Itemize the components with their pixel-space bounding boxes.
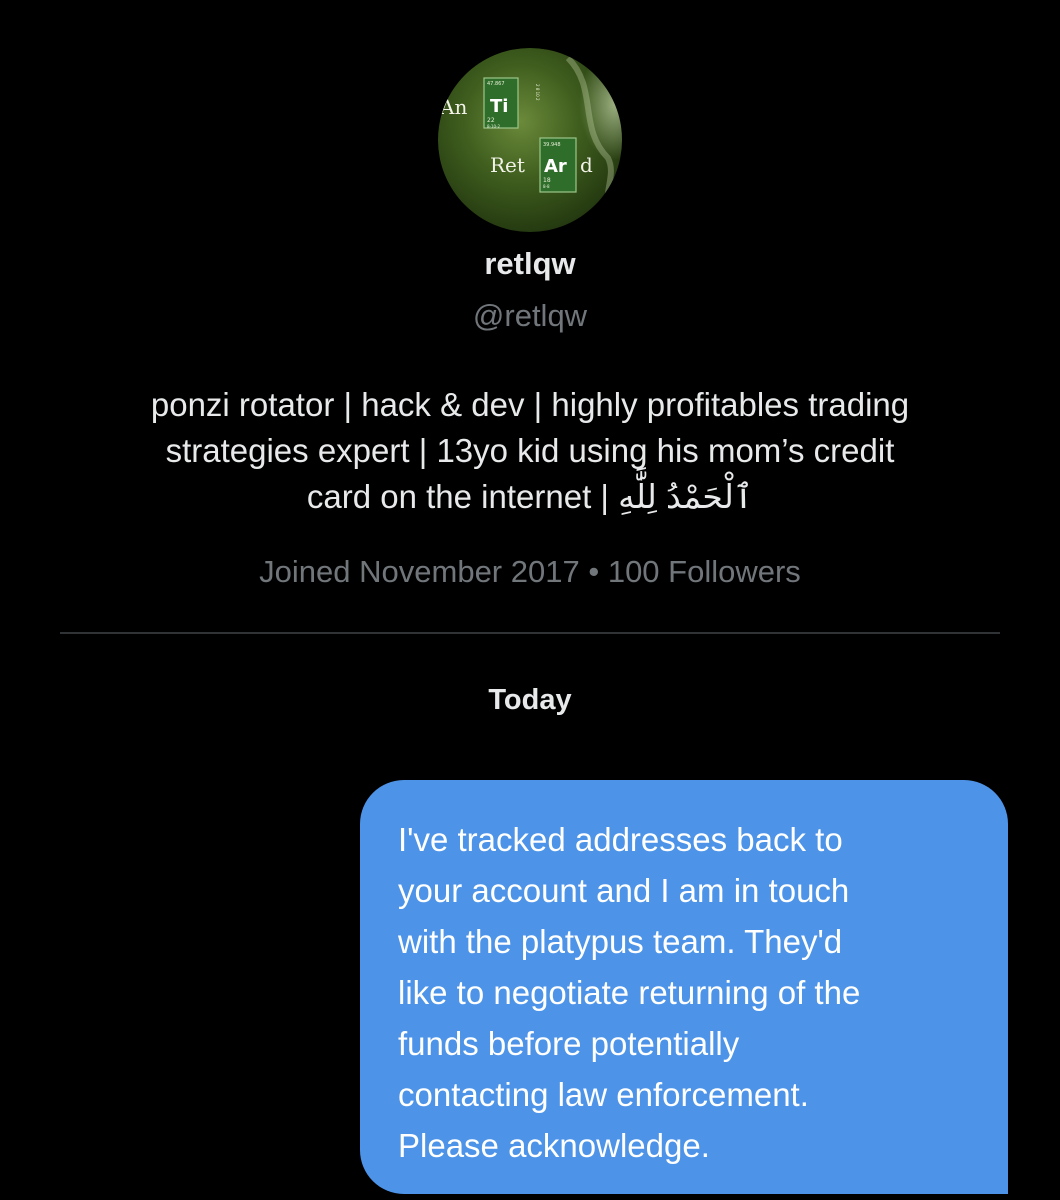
message-line: funds before potentially: [398, 1025, 740, 1062]
message-line: your account and I am in touch: [398, 872, 850, 909]
avatar-ti-number: 22: [487, 117, 495, 124]
profile-bio: ponzi rotator | hack & dev | highly prof…: [60, 382, 1000, 520]
user-handle[interactable]: @retlqw: [0, 296, 1060, 336]
message-line: like to negotiate returning of the: [398, 974, 861, 1011]
message-line: contacting law enforcement.: [398, 1076, 809, 1113]
meta-separator: •: [588, 554, 600, 589]
avatar-image: 47.867 Ti 22 8-10-2 2 8 10 2 An 39.948 A…: [438, 48, 622, 232]
followers-count[interactable]: 100 Followers: [608, 554, 801, 589]
avatar-ti-mass: 47.867: [487, 81, 505, 87]
avatar-ret-text: Ret: [490, 153, 525, 177]
message-line: with the platypus team. They'd: [398, 923, 843, 960]
bio-line: card on the internet | ٱلْحَمْدُ لِلَّٰه…: [306, 478, 754, 515]
avatar-ar-symbol: Ar: [544, 156, 567, 177]
message-line: Please acknowledge.: [398, 1127, 710, 1164]
divider: [60, 632, 1000, 634]
profile-meta: Joined November 2017 • 100 Followers: [0, 552, 1060, 592]
avatar-ar-number: 18: [543, 177, 551, 184]
joined-date: Joined November 2017: [259, 554, 580, 589]
display-name[interactable]: retlqw: [0, 244, 1060, 284]
bio-line: ponzi rotator | hack & dev | highly prof…: [150, 386, 910, 423]
profile-header: 47.867 Ti 22 8-10-2 2 8 10 2 An 39.948 A…: [0, 0, 1060, 640]
avatar-ar-mass: 39.948: [543, 142, 561, 148]
avatar-an-text: An: [439, 95, 467, 119]
avatar-ti-shells: 2 8 10 2: [535, 84, 540, 101]
avatar-ar-config: 8-8: [543, 184, 550, 189]
avatar-ti-symbol: Ti: [490, 96, 508, 117]
date-header: Today: [488, 684, 572, 716]
avatar-ti-config: 8-10-2: [487, 124, 501, 129]
bio-line: strategies expert | 13yo kid using his m…: [165, 432, 895, 469]
message-text: I've tracked addresses back to your acco…: [398, 814, 978, 1171]
avatar-d-text: d: [580, 153, 593, 177]
message-line: I've tracked addresses back to: [398, 821, 843, 858]
sent-message-bubble[interactable]: I've tracked addresses back to your acco…: [360, 780, 1008, 1194]
avatar[interactable]: 47.867 Ti 22 8-10-2 2 8 10 2 An 39.948 A…: [438, 48, 622, 232]
